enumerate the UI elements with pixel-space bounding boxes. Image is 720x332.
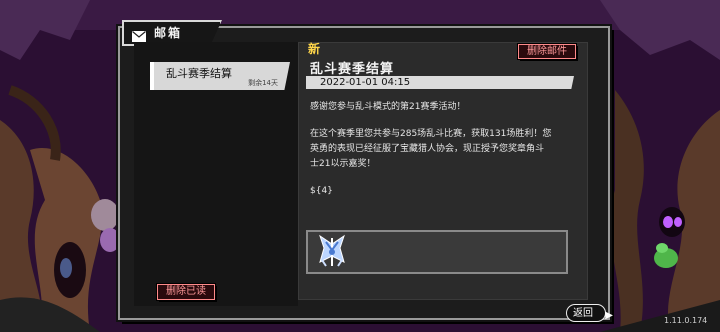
- new-badge: 新: [308, 42, 321, 56]
- mailbox-title: 邮箱: [154, 26, 183, 40]
- back-arrow-icon: ▶: [605, 310, 613, 321]
- version-label: 1.11.0.174: [664, 316, 708, 325]
- mail-date: 2022-01-01 04:15: [320, 77, 411, 88]
- mail-list-item-subject: 乱斗赛季结算: [166, 67, 232, 80]
- delete-mail-button[interactable]: 删除邮件: [518, 44, 576, 59]
- mail-body-paragraph-1: 感谢您参与乱斗模式的第21赛季活动！: [310, 102, 466, 112]
- mail-body-line: 在这个赛季里您共参与285场乱斗比赛，获取131场胜利！您: [310, 129, 552, 139]
- mail-date-bar: 2022-01-01 04:15: [306, 76, 574, 89]
- mail-body-line: 士21以示嘉奖！: [310, 159, 376, 169]
- mail-body-placeholder: ${4}: [310, 186, 333, 196]
- back-button[interactable]: 返回 ▶: [566, 304, 613, 322]
- back-button-label: 返回: [573, 308, 593, 319]
- mail-title: 乱斗赛季结算: [310, 62, 395, 77]
- mail-list-item-remaining: 剩余14天: [248, 79, 278, 87]
- mail-list-item[interactable]: 乱斗赛季结算 剩余14天: [150, 62, 290, 90]
- delete-read-button[interactable]: 删除已读: [157, 284, 215, 300]
- gladiator-medal-icon[interactable]: [312, 232, 352, 268]
- mail-body-line: 英勇的表现已经征服了宝藏猎人协会，现正授予您奖章角斗: [310, 144, 545, 154]
